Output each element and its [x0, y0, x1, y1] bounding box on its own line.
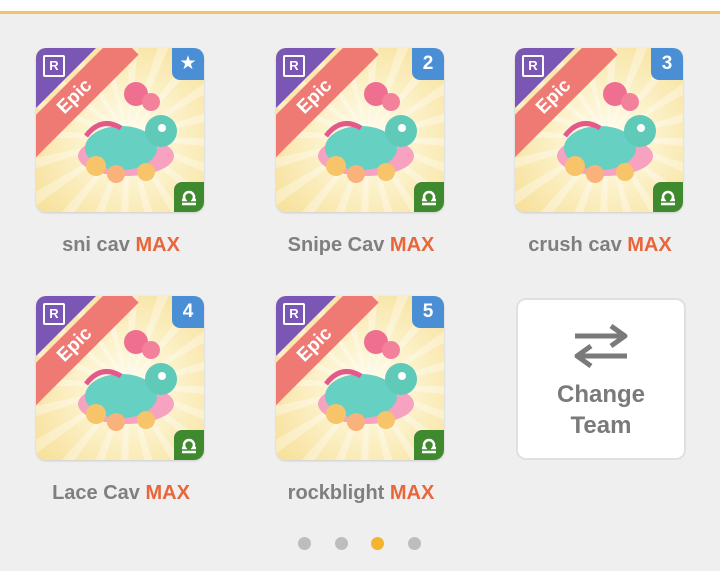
- level-max: MAX: [389, 482, 435, 504]
- rarity-r-icon: R: [283, 303, 305, 325]
- team-slot-2[interactable]: Epic R 2 Snipe Cav MAX: [276, 48, 446, 257]
- team-slot-1[interactable]: Epic R ★ sni cav MAX: [36, 48, 206, 257]
- page-indicator: [298, 537, 422, 551]
- change-team-line1: Change: [556, 381, 645, 408]
- dragon-name-label: Snipe Cav MAX: [276, 234, 446, 257]
- dragon-card[interactable]: Epic R ★: [36, 48, 204, 212]
- rarity-r-icon: R: [43, 303, 65, 325]
- dragon-name: rockblight: [287, 482, 385, 504]
- page-dot-1[interactable]: [298, 537, 311, 550]
- dragon-image: [306, 324, 436, 449]
- rarity-r-icon: R: [43, 55, 65, 77]
- swap-arrows-icon: [518, 323, 684, 373]
- dragon-card[interactable]: Epic R 5: [276, 296, 444, 460]
- change-team-line2: Team: [570, 412, 632, 439]
- rarity-r-icon: R: [283, 55, 305, 77]
- dragon-name: Snipe Cav: [287, 234, 385, 256]
- dragon-name: Lace Cav: [52, 482, 140, 504]
- page-dot-4[interactable]: [408, 537, 421, 550]
- dragon-image: [66, 324, 196, 449]
- dragon-name-label: rockblight MAX: [276, 482, 446, 505]
- page-dot-2[interactable]: [335, 537, 348, 550]
- team-slot-3[interactable]: Epic R 3 crush cav MAX: [515, 48, 685, 257]
- dragon-name-label: sni cav MAX: [36, 234, 206, 257]
- dragon-image: [545, 76, 675, 201]
- team-slot-5[interactable]: Epic R 5 rockblight MAX: [276, 296, 446, 505]
- level-max: MAX: [145, 482, 190, 504]
- dragon-card[interactable]: Epic R 3: [515, 48, 683, 212]
- level-max: MAX: [389, 234, 435, 256]
- change-team-label: Change Team: [518, 379, 684, 441]
- dragon-image: [306, 76, 436, 201]
- dragon-card[interactable]: Epic R 2: [276, 48, 444, 212]
- header-divider: [0, 11, 720, 14]
- page-dot-3-active[interactable]: [371, 537, 384, 550]
- dragon-card[interactable]: Epic R 4: [36, 296, 204, 460]
- dragon-name: crush cav: [528, 234, 622, 256]
- rarity-r-icon: R: [522, 55, 544, 77]
- dragon-name-label: crush cav MAX: [515, 234, 685, 257]
- level-max: MAX: [627, 234, 672, 256]
- header-background: [0, 0, 720, 11]
- dragon-name: sni cav: [62, 234, 130, 256]
- dragon-name-label: Lace Cav MAX: [36, 482, 206, 505]
- change-team-button[interactable]: Change Team: [516, 298, 686, 460]
- dragon-image: [66, 76, 196, 201]
- level-max: MAX: [135, 234, 180, 256]
- team-slot-4[interactable]: Epic R 4 Lace Cav MAX: [36, 296, 206, 505]
